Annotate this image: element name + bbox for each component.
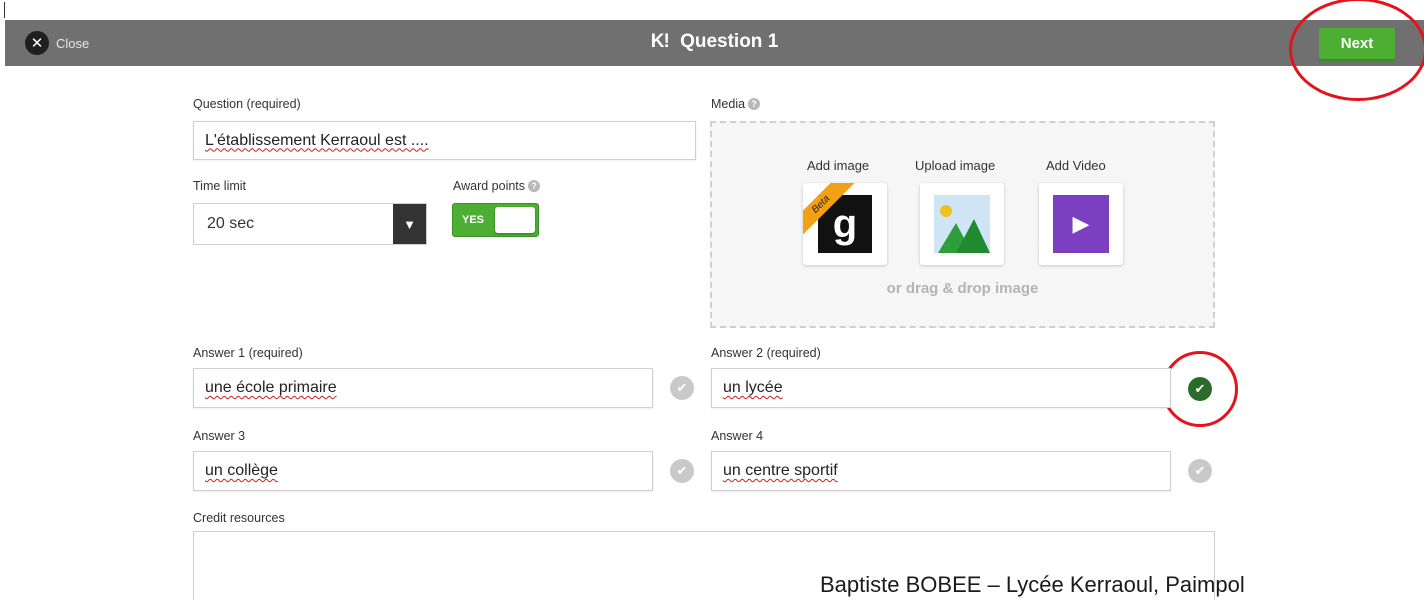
add-video-label: Add Video [1046, 158, 1106, 173]
answer-1-text: une école primaire [205, 379, 337, 396]
answer-3-correct-toggle[interactable]: ✔ [670, 459, 694, 483]
author-watermark: Baptiste BOBEE – Lycée Kerraoul, Paimpol [820, 572, 1245, 597]
answer-1-correct-toggle[interactable]: ✔ [670, 376, 694, 400]
answer-3-text: un collège [205, 462, 278, 479]
answer-4-correct-toggle[interactable]: ✔ [1188, 459, 1212, 483]
drag-drop-hint: or drag & drop image [886, 280, 1039, 297]
media-label: Media? [711, 97, 761, 111]
help-icon[interactable]: ? [748, 98, 761, 110]
answer-2-correct-toggle[interactable]: ✔ [1188, 377, 1212, 401]
award-points-label: Award points? [453, 179, 541, 193]
answer-4-input[interactable]: un centre sportif [711, 451, 1171, 491]
upload-image-label: Upload image [915, 158, 996, 173]
toggle-label: YES [462, 214, 485, 226]
check-icon: ✔ [676, 463, 688, 478]
kahoot-logo: K! [650, 31, 670, 52]
answer-1-label: Answer 1 (required) [193, 346, 303, 360]
check-icon: ✔ [1194, 381, 1206, 396]
add-video-button[interactable]: ▶ [1039, 183, 1123, 265]
answer-4-label: Answer 4 [711, 429, 764, 443]
upload-image-button[interactable] [920, 183, 1004, 265]
time-limit-value: 20 sec [207, 215, 255, 232]
media-label-text: Media [711, 97, 746, 111]
answer-4-text: un centre sportif [723, 462, 838, 479]
check-icon: ✔ [1194, 463, 1206, 478]
credit-resources-label: Credit resources [193, 511, 285, 525]
dropdown-arrow-icon[interactable]: ▼ [393, 204, 426, 244]
image-landscape-icon [934, 195, 990, 253]
page-edge-mark [4, 2, 5, 18]
time-limit-select[interactable]: 20 sec ▼ [193, 203, 427, 245]
answer-2-label: Answer 2 (required) [711, 346, 821, 360]
video-play-icon: ▶ [1053, 195, 1109, 253]
video-play-glyph: ▶ [1072, 211, 1090, 236]
check-icon: ✔ [676, 380, 688, 395]
page-title-text: Question 1 [680, 31, 779, 52]
answer-2-text: un lycée [723, 379, 783, 396]
answer-3-label: Answer 3 [193, 429, 246, 443]
award-points-text: Award points [453, 179, 526, 193]
next-button[interactable]: Next [1319, 28, 1395, 59]
toggle-knob [495, 207, 535, 233]
time-limit-label: Time limit [193, 179, 247, 193]
question-text: L'établissement Kerraoul est .... [205, 131, 429, 149]
answer-1-input[interactable]: une école primaire [193, 368, 653, 408]
top-bar: ✕ Close K! Question 1 Next [5, 20, 1424, 66]
help-icon[interactable]: ? [528, 180, 541, 192]
question-label: Question (required) [193, 97, 301, 111]
answer-3-input[interactable]: un collège [193, 451, 653, 491]
answer-2-input[interactable]: un lycée [711, 368, 1171, 408]
award-points-toggle[interactable]: YES [452, 203, 539, 237]
page-title: K! Question 1 [5, 31, 1424, 53]
getty-g-glyph: g [832, 201, 858, 246]
question-input[interactable]: L'établissement Kerraoul est .... [193, 121, 696, 160]
add-image-button[interactable]: g Beta [803, 183, 887, 265]
media-dropzone[interactable]: Add image Upload image Add Video g Beta … [710, 121, 1215, 328]
add-image-label: Add image [807, 158, 870, 173]
